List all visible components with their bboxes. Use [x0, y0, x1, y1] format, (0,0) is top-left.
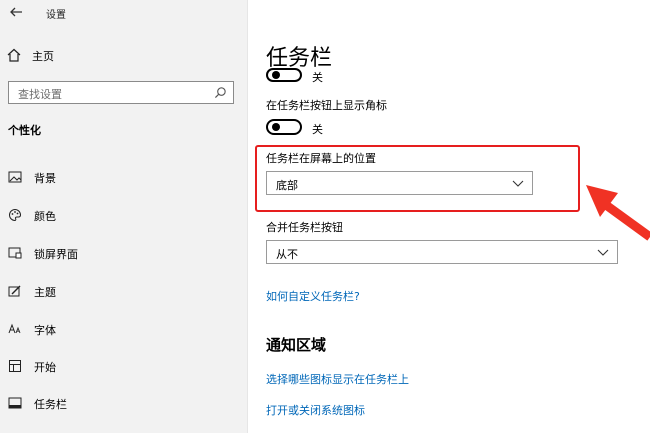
sidebar-item-label: 颜色: [34, 210, 56, 223]
sidebar-item-background[interactable]: 背景: [0, 166, 248, 190]
sidebar-item-home[interactable]: 主页: [6, 46, 236, 66]
window-title: 设置: [46, 10, 66, 21]
sidebar-item-taskbar[interactable]: 任务栏: [0, 392, 248, 416]
picture-icon: [8, 171, 22, 183]
sidebar-section-title: 个性化: [8, 124, 41, 137]
taskbar-icon: [8, 397, 22, 409]
badges-setting-label: 在任务栏按钮上显示角标: [266, 99, 387, 112]
system-icons-link[interactable]: 打开或关闭系统图标: [266, 402, 365, 418]
sidebar-item-fonts[interactable]: 字体: [0, 318, 248, 342]
font-icon: [8, 323, 21, 334]
lock-screen-icon: [8, 247, 22, 259]
sidebar-item-label: 字体: [34, 324, 56, 337]
combine-buttons-label: 合并任务栏按钮: [266, 221, 343, 234]
search-icon[interactable]: [214, 86, 227, 99]
toggle-knob: [272, 71, 280, 79]
sidebar-item-lock-screen[interactable]: 锁屏界面: [0, 242, 248, 266]
palette-icon: [9, 208, 21, 222]
annotation-arrow-icon: [586, 185, 650, 241]
title-bar: 设置: [0, 0, 248, 26]
badges-toggle-switch[interactable]: [266, 119, 302, 135]
highlight-box: [255, 145, 580, 212]
sidebar-item-label: 锁屏界面: [34, 248, 78, 261]
partial-toggle-switch[interactable]: [266, 68, 302, 82]
sidebar-item-label: 任务栏: [34, 398, 67, 411]
sidebar-item-colors[interactable]: 颜色: [0, 204, 248, 228]
customize-taskbar-link[interactable]: 如何自定义任务栏?: [266, 288, 360, 304]
theme-brush-icon: [8, 285, 21, 297]
back-arrow-icon: [10, 7, 22, 17]
sidebar-item-themes[interactable]: 主题: [0, 280, 248, 304]
sidebar: 设置 主页 查找设置 个性化 背景 颜色 锁屏界面 主题 字体 开始 任务栏: [0, 0, 248, 433]
notification-area-title: 通知区域: [266, 336, 327, 354]
dropdown-value: 从不: [276, 248, 298, 261]
sidebar-item-label: 背景: [34, 172, 56, 185]
back-button[interactable]: [8, 4, 26, 22]
sidebar-item-start[interactable]: 开始: [0, 355, 248, 379]
combine-buttons-dropdown[interactable]: 从不: [266, 240, 618, 264]
select-taskbar-icons-link[interactable]: 选择哪些图标显示在任务栏上: [266, 371, 409, 387]
home-icon: [7, 48, 21, 62]
partial-toggle-state: 关: [312, 71, 323, 84]
sidebar-item-label: 主题: [34, 286, 56, 299]
sidebar-item-label: 主页: [32, 50, 54, 63]
search-input[interactable]: 查找设置: [8, 81, 234, 104]
badges-toggle-state: 关: [312, 123, 323, 136]
toggle-knob: [272, 123, 280, 131]
sidebar-item-label: 开始: [34, 361, 56, 374]
start-icon: [9, 360, 21, 372]
search-placeholder: 查找设置: [18, 88, 62, 101]
